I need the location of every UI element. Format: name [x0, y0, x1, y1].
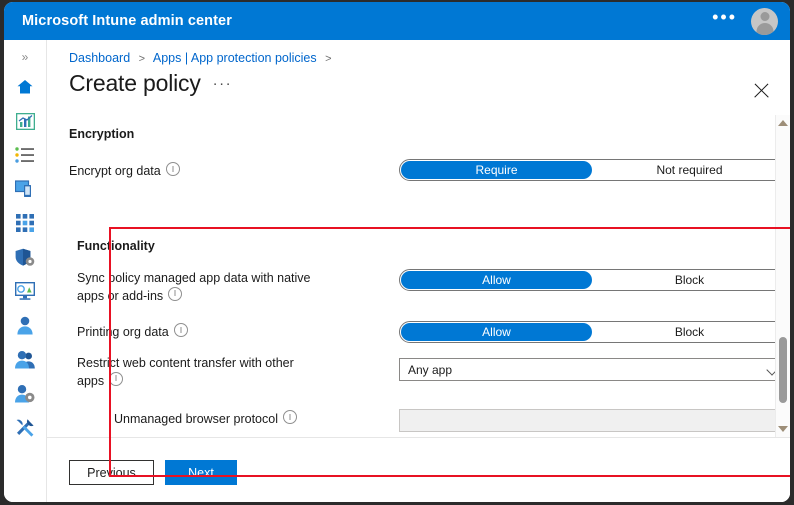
all-services-icon — [15, 147, 35, 163]
breadcrumb-item-dashboard[interactable]: Dashboard — [69, 51, 130, 65]
app-header: Microsoft Intune admin center ••• — [4, 2, 790, 40]
sidebar-item-dashboard[interactable] — [10, 106, 40, 136]
app-title: Microsoft Intune admin center — [22, 13, 232, 29]
dropdown-value: Any app — [408, 362, 453, 377]
header-more-menu-icon[interactable]: ••• — [708, 8, 741, 30]
toggle-option-block[interactable]: Block — [594, 271, 785, 289]
sidebar-expand-icon[interactable]: » — [22, 46, 29, 68]
toggle-option-allow[interactable]: Allow — [401, 271, 592, 289]
setting-label-restrict-web-content-transfer: Restrict web content transfer with other… — [77, 356, 294, 388]
sidebar-item-groups[interactable] — [10, 344, 40, 374]
scrollbar-thumb[interactable] — [779, 337, 787, 403]
toggle-option-block[interactable]: Block — [594, 323, 785, 341]
endpoint-security-icon — [15, 248, 35, 267]
header-actions: ••• — [708, 7, 790, 35]
sidebar-item-devices[interactable] — [10, 174, 40, 204]
apps-icon — [16, 214, 34, 232]
setting-label-sync-policy-managed-app-data: Sync policy managed app data with native… — [77, 271, 311, 303]
sidebar-item-all-services[interactable] — [10, 140, 40, 170]
content-pane: Dashboard > Apps | App protection polici… — [47, 40, 790, 502]
info-icon[interactable] — [282, 410, 297, 424]
breadcrumb: Dashboard > Apps | App protection polici… — [69, 51, 337, 65]
info-icon[interactable] — [173, 323, 188, 337]
page-title: Create policy — [69, 70, 201, 96]
devices-icon — [15, 180, 35, 198]
settings-form: Encryption Encrypt org data Require Not … — [47, 115, 790, 437]
next-button[interactable]: Next — [165, 460, 237, 485]
breadcrumb-separator-trailing: > — [325, 53, 332, 65]
wizard-footer: Previous Next — [47, 437, 790, 502]
sidebar-item-users[interactable] — [10, 310, 40, 340]
sidebar-item-troubleshooting-support[interactable] — [10, 412, 40, 442]
setting-label-unmanaged-browser-protocol: Unmanaged browser protocol — [114, 410, 297, 428]
sidebar-item-tenant-administration[interactable] — [10, 378, 40, 408]
info-icon[interactable] — [109, 371, 124, 386]
info-icon[interactable] — [165, 162, 180, 176]
setting-label-printing-org-data: Printing org data — [77, 323, 188, 341]
tenant-administration-icon — [15, 384, 35, 403]
vertical-scrollbar[interactable] — [775, 115, 790, 437]
home-icon — [15, 77, 35, 97]
users-icon — [16, 316, 34, 335]
browser-window: Microsoft Intune admin center ••• » Dash… — [4, 2, 790, 502]
setting-label-encrypt-org-data: Encrypt org data — [69, 162, 180, 180]
section-heading-functionality: Functionality — [77, 239, 155, 253]
sidebar-item-apps[interactable] — [10, 208, 40, 238]
close-icon[interactable] — [751, 80, 773, 102]
toggle-option-not-required[interactable]: Not required — [594, 161, 785, 179]
dashboard-icon — [15, 112, 35, 130]
sidebar-rail: » — [4, 40, 47, 502]
toggle-option-allow[interactable]: Allow — [401, 323, 592, 341]
dropdown-restrict-web-content-transfer[interactable]: Any app — [399, 358, 787, 381]
section-heading-encryption: Encryption — [69, 127, 135, 141]
troubleshooting-support-icon — [15, 418, 35, 437]
breadcrumb-separator: > — [138, 53, 146, 65]
textbox-unmanaged-browser-protocol — [399, 409, 787, 432]
toggle-sync-policy-managed-app-data[interactable]: Allow Block — [399, 269, 787, 291]
toggle-encrypt-org-data[interactable]: Require Not required — [399, 159, 787, 181]
reports-icon — [15, 282, 35, 300]
avatar[interactable] — [751, 7, 778, 35]
scroll-down-icon[interactable] — [778, 426, 788, 432]
scroll-up-icon[interactable] — [778, 120, 788, 126]
sidebar-item-endpoint-security[interactable] — [10, 242, 40, 272]
breadcrumb-item-app-protection-policies[interactable]: Apps | App protection policies — [153, 51, 317, 65]
sidebar-item-reports[interactable] — [10, 276, 40, 306]
page-more-menu-icon[interactable]: ··· — [213, 75, 233, 92]
previous-button[interactable]: Previous — [69, 460, 154, 485]
page-title-row: Create policy ··· — [69, 70, 232, 97]
groups-icon — [15, 350, 35, 369]
toggle-option-require[interactable]: Require — [401, 161, 592, 179]
info-icon[interactable] — [168, 286, 183, 301]
toggle-printing-org-data[interactable]: Allow Block — [399, 321, 787, 343]
sidebar-item-home[interactable] — [10, 72, 40, 102]
